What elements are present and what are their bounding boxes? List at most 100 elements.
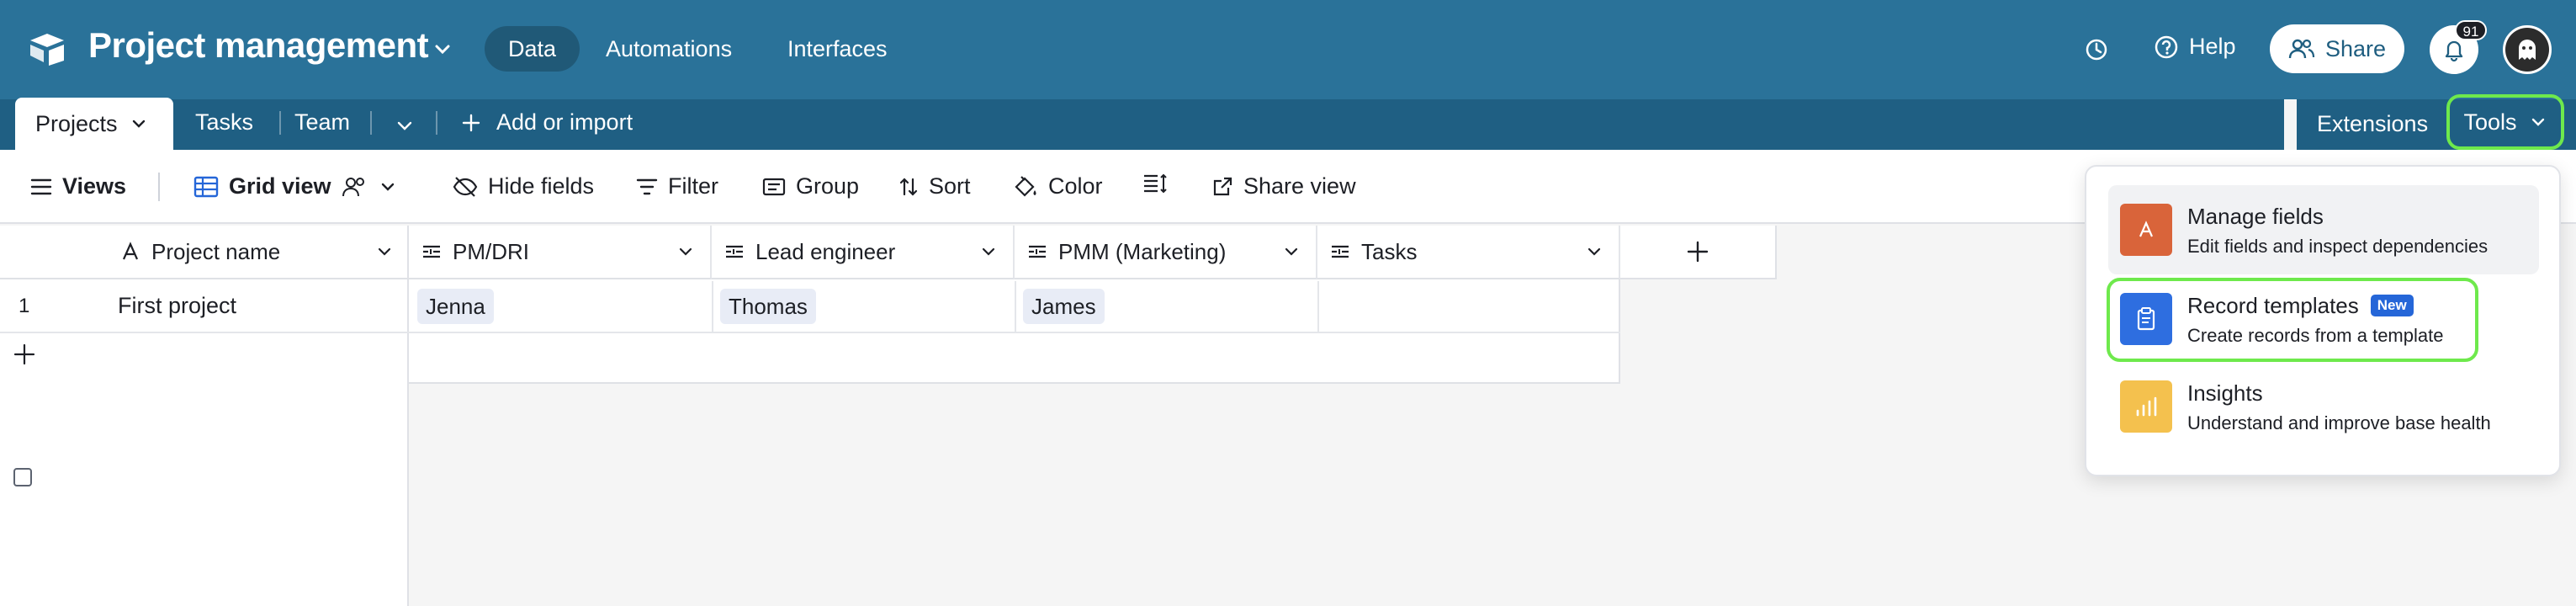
nav-interfaces[interactable]: Interfaces [764, 26, 911, 72]
column-divider [1015, 281, 1016, 333]
collaborative-view-icon [342, 177, 364, 196]
ghost-avatar-icon [2519, 40, 2536, 60]
hide-fields-button[interactable]: Hide fields [453, 173, 594, 199]
filter-button[interactable]: Filter [636, 173, 718, 199]
sort-label: Sort [929, 173, 971, 199]
toolbar-divider [158, 173, 160, 201]
row-height-button[interactable] [1142, 173, 1168, 194]
tools-button[interactable]: Tools [2446, 94, 2564, 150]
airtable-logo-icon[interactable] [27, 32, 67, 66]
cell-project-name[interactable]: First project [118, 293, 236, 319]
color-button[interactable]: Color [1013, 173, 1103, 199]
base-title[interactable]: Project management [88, 25, 429, 66]
column-header-pm-dri[interactable]: PM/DRI [409, 226, 712, 279]
column-header-label: Project name [151, 238, 281, 264]
column-divider [712, 281, 713, 333]
chevron-down-icon [2531, 118, 2544, 126]
chevron-down-icon[interactable] [431, 37, 454, 61]
plus-icon [1687, 241, 1709, 263]
user-avatar[interactable] [2503, 25, 2552, 74]
add-field-button[interactable] [1620, 226, 1777, 279]
column-header-lead-engineer[interactable]: Lead engineer [712, 226, 1015, 279]
chevron-down-icon[interactable] [394, 114, 416, 136]
tab-projects[interactable]: Projects [15, 98, 173, 150]
chevron-down-icon[interactable] [979, 242, 998, 261]
menu-icon [30, 178, 52, 194]
nav-automations[interactable]: Automations [582, 26, 755, 72]
column-header-pmm-marketing[interactable]: PMM (Marketing) [1015, 226, 1317, 279]
column-header-project-name[interactable]: Project name [0, 226, 409, 486]
filter-label: Filter [668, 173, 718, 199]
history-icon[interactable] [2084, 37, 2109, 62]
share-button[interactable]: Share [2270, 24, 2404, 73]
grid-view-label: Grid view [229, 173, 331, 199]
cell-lead-engineer[interactable]: Thomas [720, 289, 816, 324]
notification-count-badge: 91 [2455, 20, 2487, 40]
chevron-down-icon[interactable] [130, 114, 148, 133]
grid-view-switcher[interactable]: Grid view [193, 173, 397, 199]
column-header-label: PM/DRI [453, 238, 529, 264]
chevron-down-icon[interactable] [375, 242, 394, 261]
users-icon [2288, 39, 2315, 59]
views-label: Views [62, 173, 127, 199]
filter-icon [636, 178, 658, 194]
nav-data[interactable]: Data [485, 26, 580, 72]
tab-team[interactable]: Team [294, 109, 350, 136]
tab-divider [279, 111, 281, 135]
grid-icon [193, 176, 219, 197]
eye-slash-icon [453, 176, 478, 197]
single-line-text-icon [726, 245, 743, 258]
select-all-checkbox[interactable] [13, 468, 32, 486]
help-label: Help [2189, 34, 2236, 59]
column-header-label: PMM (Marketing) [1058, 238, 1227, 264]
menu-item-title: Manage fields [2187, 204, 2324, 229]
tab-tasks[interactable]: Tasks [195, 109, 253, 136]
row-height-icon [1144, 173, 1167, 194]
column-header-label: Lead engineer [755, 238, 896, 264]
column-divider [1317, 281, 1319, 333]
column-header-tasks[interactable]: Tasks [1317, 226, 1620, 279]
group-label: Group [796, 173, 860, 199]
cell-pmm-marketing[interactable]: James [1023, 289, 1105, 324]
help-icon [2155, 35, 2178, 58]
chevron-down-icon[interactable] [1282, 242, 1301, 261]
single-line-text-icon [1332, 245, 1349, 258]
add-row-plus-icon[interactable] [13, 343, 35, 365]
menu-item-description: Edit fields and inspect dependencies [2187, 236, 2489, 257]
plus-icon [462, 114, 480, 131]
paint-bucket-icon [1015, 175, 1036, 197]
column-header-label: Tasks [1361, 238, 1418, 264]
cell-pm-dri[interactable]: Jenna [417, 289, 494, 324]
share-label: Share [2324, 35, 2387, 61]
external-link-icon [1213, 177, 1232, 195]
help-button[interactable]: Help [2154, 34, 2236, 60]
share-view-button[interactable]: Share view [1211, 173, 1356, 199]
chevron-down-icon [381, 183, 394, 191]
menu-item-manage-fields[interactable]: Manage fields Edit fields and inspect de… [2108, 185, 2539, 274]
highlight-annotation [2107, 278, 2478, 362]
row-number: 1 [19, 295, 30, 317]
menu-item-insights[interactable]: Insights Understand and improve base hea… [2108, 362, 2539, 451]
extensions-button[interactable]: Extensions [2317, 111, 2428, 137]
bar-chart-icon [2120, 380, 2172, 433]
views-toggle[interactable]: Views [30, 173, 126, 199]
hide-fields-label: Hide fields [488, 173, 595, 199]
single-line-text-icon [1029, 245, 1046, 258]
tab-divider [436, 111, 437, 135]
share-view-label: Share view [1243, 173, 1356, 199]
bell-icon [2445, 40, 2463, 62]
chevron-down-icon[interactable] [676, 242, 695, 261]
tab-divider [370, 111, 372, 135]
chevron-down-icon[interactable] [1585, 242, 1603, 261]
add-or-import-label: Add or import [496, 109, 633, 135]
group-icon [762, 178, 786, 195]
tools-label: Tools [2463, 109, 2517, 135]
menu-item-description: Understand and improve base health [2187, 412, 2491, 433]
group-button[interactable]: Group [762, 173, 859, 199]
tab-projects-label: Projects [35, 110, 118, 136]
color-label: Color [1048, 173, 1103, 199]
sort-icon [899, 177, 918, 196]
menu-item-title: Insights [2187, 380, 2263, 406]
add-or-import-button[interactable]: Add or import [461, 109, 633, 136]
sort-button[interactable]: Sort [898, 173, 971, 199]
